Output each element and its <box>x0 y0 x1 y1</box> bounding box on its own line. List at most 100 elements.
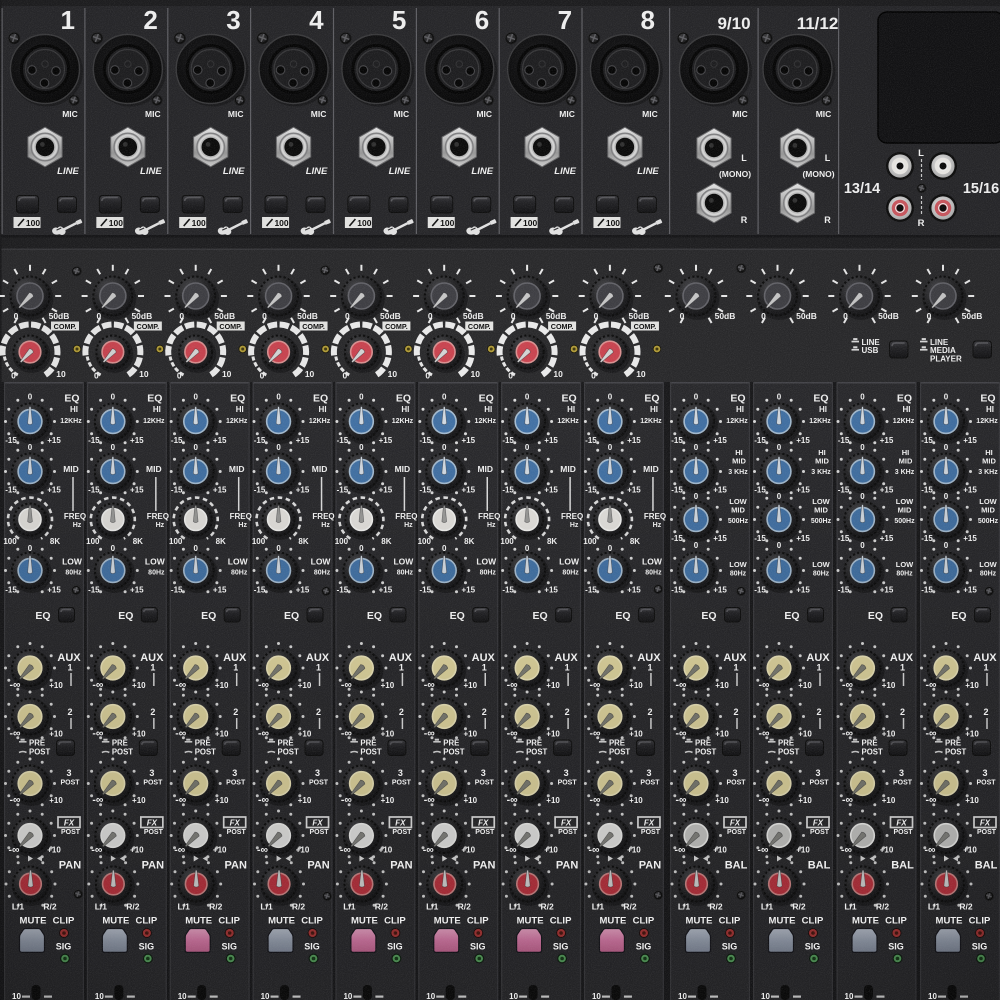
svg-text:EQ: EQ <box>784 610 799 622</box>
svg-text:80Hz: 80Hz <box>730 571 747 578</box>
svg-text:0: 0 <box>594 311 599 321</box>
svg-text:MUTE: MUTE <box>852 916 879 927</box>
svg-text:-∞: -∞ <box>926 728 937 740</box>
svg-text:LOW: LOW <box>145 557 166 567</box>
svg-text:8K: 8K <box>50 537 60 546</box>
svg-text:+15: +15 <box>796 534 810 543</box>
svg-text:8K: 8K <box>381 537 391 546</box>
svg-text:+15: +15 <box>130 486 144 495</box>
svg-text:SIG: SIG <box>304 942 320 952</box>
svg-text:COMP.: COMP. <box>137 322 160 331</box>
svg-text:+15: +15 <box>963 586 977 595</box>
svg-text:+10: +10 <box>713 846 727 855</box>
svg-text:FX: FX <box>64 819 75 828</box>
svg-text:100: 100 <box>169 537 183 546</box>
svg-text:MID: MID <box>899 457 913 466</box>
svg-text:FREQ: FREQ <box>147 512 169 521</box>
svg-text:PAN: PAN <box>639 860 661 872</box>
svg-text:3: 3 <box>564 768 569 778</box>
svg-text:12KHz: 12KHz <box>976 418 998 425</box>
svg-text:SIG: SIG <box>722 942 738 952</box>
svg-text:MID: MID <box>477 464 493 474</box>
svg-text:50dB: 50dB <box>463 311 484 321</box>
svg-text:-15: -15 <box>671 436 683 445</box>
svg-text:MIC: MIC <box>732 109 748 119</box>
svg-text:-15: -15 <box>921 534 933 543</box>
svg-text:LINE: LINE <box>471 166 493 177</box>
svg-text:0: 0 <box>111 544 116 553</box>
svg-text:MUTE: MUTE <box>434 916 461 927</box>
svg-text:POST: POST <box>526 748 547 757</box>
svg-text:+10: +10 <box>463 681 477 690</box>
svg-text:MID: MID <box>814 506 828 515</box>
svg-text:MID: MID <box>312 464 328 474</box>
svg-text:CLIP: CLIP <box>384 916 406 927</box>
svg-text:+15: +15 <box>627 436 641 445</box>
svg-text:13/14: 13/14 <box>844 181 880 197</box>
svg-text:100: 100 <box>523 218 537 228</box>
svg-text:-∞: -∞ <box>424 679 435 691</box>
svg-text:+15: +15 <box>963 486 977 495</box>
svg-text:LINE: LINE <box>140 166 162 177</box>
svg-text:-15: -15 <box>921 586 933 595</box>
svg-text:1: 1 <box>647 663 652 673</box>
svg-text:POST: POST <box>558 780 578 787</box>
svg-text:Hz: Hz <box>156 522 165 529</box>
svg-text:PRE: PRE <box>526 739 542 748</box>
svg-text:PAN: PAN <box>556 860 578 872</box>
svg-text:EQ: EQ <box>615 610 630 622</box>
svg-text:MIC: MIC <box>816 109 832 119</box>
svg-text:15/16: 15/16 <box>963 181 999 197</box>
svg-text:0: 0 <box>694 393 699 402</box>
svg-text:-∞: -∞ <box>759 679 770 691</box>
svg-text:+15: +15 <box>130 436 144 445</box>
svg-text:BAL: BAL <box>725 860 748 872</box>
svg-text:+15: +15 <box>713 436 727 445</box>
svg-text:+10: +10 <box>882 796 896 805</box>
svg-text:0: 0 <box>694 443 699 452</box>
svg-text:L/1: L/1 <box>592 902 605 912</box>
svg-text:80Hz: 80Hz <box>148 570 165 577</box>
svg-text:1: 1 <box>61 5 75 35</box>
svg-text:EQ: EQ <box>118 610 133 622</box>
svg-text:0: 0 <box>345 311 350 321</box>
svg-text:8K: 8K <box>547 537 557 546</box>
svg-text:-∞: -∞ <box>175 794 186 806</box>
svg-text:+10: +10 <box>965 796 979 805</box>
svg-text:EQ: EQ <box>813 393 828 405</box>
svg-text:-15: -15 <box>171 586 183 595</box>
svg-text:-∞: -∞ <box>842 728 853 740</box>
svg-text:POST: POST <box>727 829 747 836</box>
svg-text:-∞: -∞ <box>589 728 600 740</box>
svg-text:MID: MID <box>815 457 829 466</box>
svg-text:+10: +10 <box>882 681 896 690</box>
svg-text:1: 1 <box>816 663 821 673</box>
svg-text:Hz: Hz <box>238 522 247 529</box>
svg-text:-∞: -∞ <box>841 844 852 856</box>
svg-text:R/2: R/2 <box>959 902 973 912</box>
svg-text:0: 0 <box>694 492 699 501</box>
svg-text:-15: -15 <box>502 586 514 595</box>
svg-text:-∞: -∞ <box>676 728 687 740</box>
svg-text:0: 0 <box>508 371 513 381</box>
svg-text:0: 0 <box>860 541 865 550</box>
svg-text:+15: +15 <box>47 486 61 495</box>
svg-text:-∞: -∞ <box>10 728 21 740</box>
svg-text:100: 100 <box>583 537 597 546</box>
svg-text:-∞: -∞ <box>926 794 937 806</box>
svg-text:-15: -15 <box>337 486 349 495</box>
svg-text:0: 0 <box>28 393 33 402</box>
svg-text:HI: HI <box>986 405 994 414</box>
svg-text:FREQ: FREQ <box>561 512 583 521</box>
svg-text:POST: POST <box>227 829 247 836</box>
svg-text:EQ: EQ <box>951 610 966 622</box>
svg-text:100: 100 <box>440 218 454 228</box>
svg-text:10: 10 <box>426 992 435 1000</box>
svg-text:+15: +15 <box>713 586 727 595</box>
svg-text:-∞: -∞ <box>842 794 853 806</box>
svg-text:+10: +10 <box>629 796 643 805</box>
svg-text:0: 0 <box>111 393 116 402</box>
svg-text:0: 0 <box>608 393 613 402</box>
svg-text:3: 3 <box>232 768 237 778</box>
svg-text:R/2: R/2 <box>209 902 223 912</box>
